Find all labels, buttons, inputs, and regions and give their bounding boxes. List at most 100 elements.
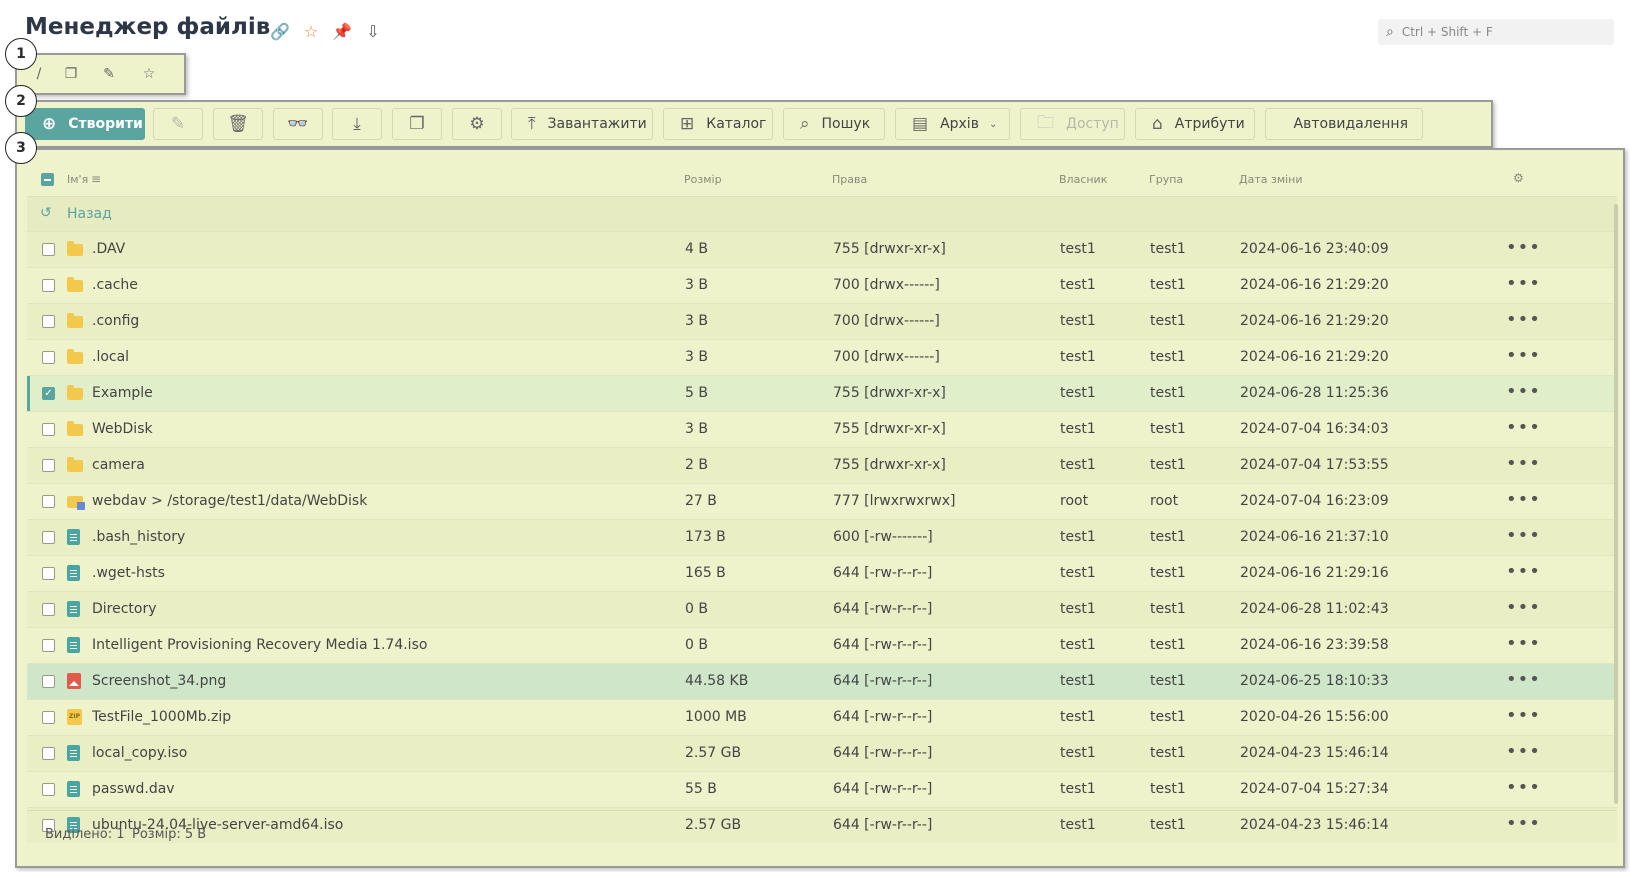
table-row[interactable]: Intelligent Provisioning Recovery Media … (27, 627, 1617, 663)
more-icon[interactable]: ••• (1506, 741, 1541, 762)
row-checkbox[interactable] (42, 243, 55, 256)
table-row[interactable]: .DAV 4 B 755 [drwxr-xr-x] test1 test1 2024-06… (27, 231, 1617, 267)
more-icon[interactable]: ••• (1506, 669, 1541, 690)
more-icon[interactable]: ••• (1506, 597, 1541, 618)
back-row[interactable]: ↺ Назад (27, 196, 1617, 231)
header-size[interactable]: Розмір (684, 173, 722, 186)
file-name[interactable]: Intelligent Provisioning Recovery Media … (92, 637, 427, 653)
row-checkbox[interactable]: ✓ (42, 387, 55, 400)
table-row[interactable]: .cache 3 B 700 [drwx------] test1 test1 2024-… (27, 267, 1617, 303)
more-icon[interactable]: ••• (1506, 525, 1541, 546)
table-row[interactable]: Directory 0 B 644 [-rw-r--r--] test1 test1 20… (27, 591, 1617, 627)
select-all-checkbox[interactable] (41, 173, 54, 186)
view-button[interactable]: 👓 (273, 108, 323, 140)
row-checkbox[interactable] (42, 567, 55, 580)
save-icon[interactable]: ⇩ (366, 22, 379, 41)
pin-icon[interactable]: 📌 (332, 22, 352, 41)
download-button[interactable]: ⤓ (332, 108, 382, 140)
file-name[interactable]: passwd.dav (92, 781, 175, 797)
table-row[interactable]: ZIP TestFile_1000Mb.zip 1000 MB 644 [-rw-r-… (27, 699, 1617, 735)
header-group[interactable]: Група (1149, 173, 1183, 186)
search-button[interactable]: ⌕ Пошук (783, 108, 885, 140)
more-icon[interactable]: ••• (1506, 309, 1541, 330)
table-row[interactable]: Screenshot_34.png 44.58 KB 644 [-rw-r--r--… (27, 663, 1617, 699)
more-icon[interactable]: ••• (1506, 453, 1541, 474)
copy-button[interactable]: ❐ (392, 108, 442, 140)
file-name[interactable]: .wget-hsts (92, 565, 165, 581)
file-size: 3 B (685, 421, 708, 437)
table-row[interactable]: passwd.dav 55 B 644 [-rw-r--r--] test1 test1… (27, 771, 1617, 807)
more-icon[interactable]: ••• (1506, 273, 1541, 294)
file-name[interactable]: WebDisk (92, 421, 153, 437)
table-row[interactable]: .config 3 B 700 [drwx------] test1 test1 2024… (27, 303, 1617, 339)
table-row[interactable]: webdav > /storage/test1/data/WebDisk 27 B… (27, 483, 1617, 519)
row-checkbox[interactable] (42, 459, 55, 472)
search-input[interactable] (1399, 24, 1604, 40)
row-checkbox[interactable] (42, 351, 55, 364)
file-name[interactable]: Screenshot_34.png (92, 673, 226, 689)
file-name[interactable]: .cache (92, 277, 138, 293)
row-checkbox[interactable] (42, 315, 55, 328)
more-icon[interactable]: ••• (1506, 561, 1541, 582)
link-icon[interactable]: 🔗 (270, 22, 290, 41)
create-button[interactable]: ⊕ Створити (25, 108, 145, 140)
header-rights[interactable]: Права (832, 173, 867, 186)
row-checkbox[interactable] (42, 531, 55, 544)
edit-path-icon[interactable]: ✎ (95, 64, 123, 84)
global-search[interactable]: ⌕ (1378, 19, 1614, 45)
file-name[interactable]: .bash_history (92, 529, 185, 545)
table-row[interactable]: WebDisk 3 B 755 [drwxr-xr-x] test1 test1 2024… (27, 411, 1617, 447)
row-checkbox[interactable] (42, 495, 55, 508)
upload-button[interactable]: ⤒ Завантажити (511, 108, 653, 140)
more-icon[interactable]: ••• (1506, 417, 1541, 438)
file-name[interactable]: TestFile_1000Mb.zip (92, 709, 231, 725)
more-icon[interactable]: ••• (1506, 345, 1541, 366)
settings-button[interactable]: ⚙ (452, 108, 502, 140)
file-name[interactable]: Directory (92, 601, 157, 617)
bookmark-folder-icon[interactable]: ☆ (135, 64, 163, 84)
row-checkbox[interactable] (42, 639, 55, 652)
header-name[interactable]: Ім'я (67, 173, 88, 186)
row-checkbox[interactable] (42, 747, 55, 760)
row-checkbox[interactable] (42, 675, 55, 688)
more-icon[interactable]: ••• (1506, 777, 1541, 798)
more-icon[interactable]: ••• (1506, 381, 1541, 402)
table-row[interactable]: ✓ Example 5 B 755 [drwxr-xr-x] test1 test1 202… (27, 375, 1617, 411)
file-name[interactable]: .DAV (92, 241, 125, 257)
table-row[interactable]: camera 2 B 755 [drwxr-xr-x] test1 test1 2024-… (27, 447, 1617, 483)
table-row[interactable]: .wget-hsts 165 B 644 [-rw-r--r--] test1 test… (27, 555, 1617, 591)
table-row[interactable]: local_copy.iso 2.57 GB 644 [-rw-r--r--] tes… (27, 735, 1617, 771)
row-checkbox[interactable] (42, 711, 55, 724)
star-icon[interactable]: ☆ (304, 22, 318, 41)
rename-button[interactable]: ✎ (153, 108, 203, 140)
file-name[interactable]: .config (92, 313, 139, 329)
scrollbar-thumb[interactable] (1614, 204, 1618, 804)
header-owner[interactable]: Власник (1059, 173, 1107, 186)
file-name[interactable]: .local (92, 349, 129, 365)
table-row[interactable]: .bash_history 173 B 600 [-rw-------] test1 t… (27, 519, 1617, 555)
table-row[interactable]: .local 3 B 700 [drwx------] test1 test1 2024-… (27, 339, 1617, 375)
autodelete-button[interactable]: Автовидалення (1265, 108, 1423, 140)
header-modified[interactable]: Дата зміни (1239, 173, 1303, 186)
scrollbar[interactable] (1613, 198, 1619, 818)
more-icon[interactable]: ••• (1506, 705, 1541, 726)
column-settings-icon[interactable]: ⚙ (1513, 171, 1524, 185)
more-icon[interactable]: ••• (1506, 237, 1541, 258)
row-checkbox[interactable] (42, 279, 55, 292)
file-name[interactable]: Example (92, 385, 153, 401)
delete-button[interactable]: 🗑 (213, 108, 263, 140)
row-checkbox[interactable] (42, 603, 55, 616)
archive-dropdown[interactable]: ▤ Архів ⌄ (895, 108, 1010, 140)
file-name[interactable]: camera (92, 457, 145, 473)
row-checkbox[interactable] (42, 423, 55, 436)
access-button[interactable]: 🗀 Доступ (1020, 108, 1125, 140)
file-name[interactable]: local_copy.iso (92, 745, 187, 761)
file-name[interactable]: webdav > /storage/test1/data/WebDisk (92, 493, 367, 509)
copy-path-icon[interactable]: ❐ (57, 64, 85, 84)
more-icon[interactable]: ••• (1506, 489, 1541, 510)
row-checkbox[interactable] (42, 783, 55, 796)
more-icon[interactable]: ••• (1506, 633, 1541, 654)
catalog-button[interactable]: ⊞ Каталог (663, 108, 773, 140)
attributes-button[interactable]: ⌂ Атрибути (1135, 108, 1255, 140)
sort-icon[interactable]: ≡ (91, 172, 101, 186)
